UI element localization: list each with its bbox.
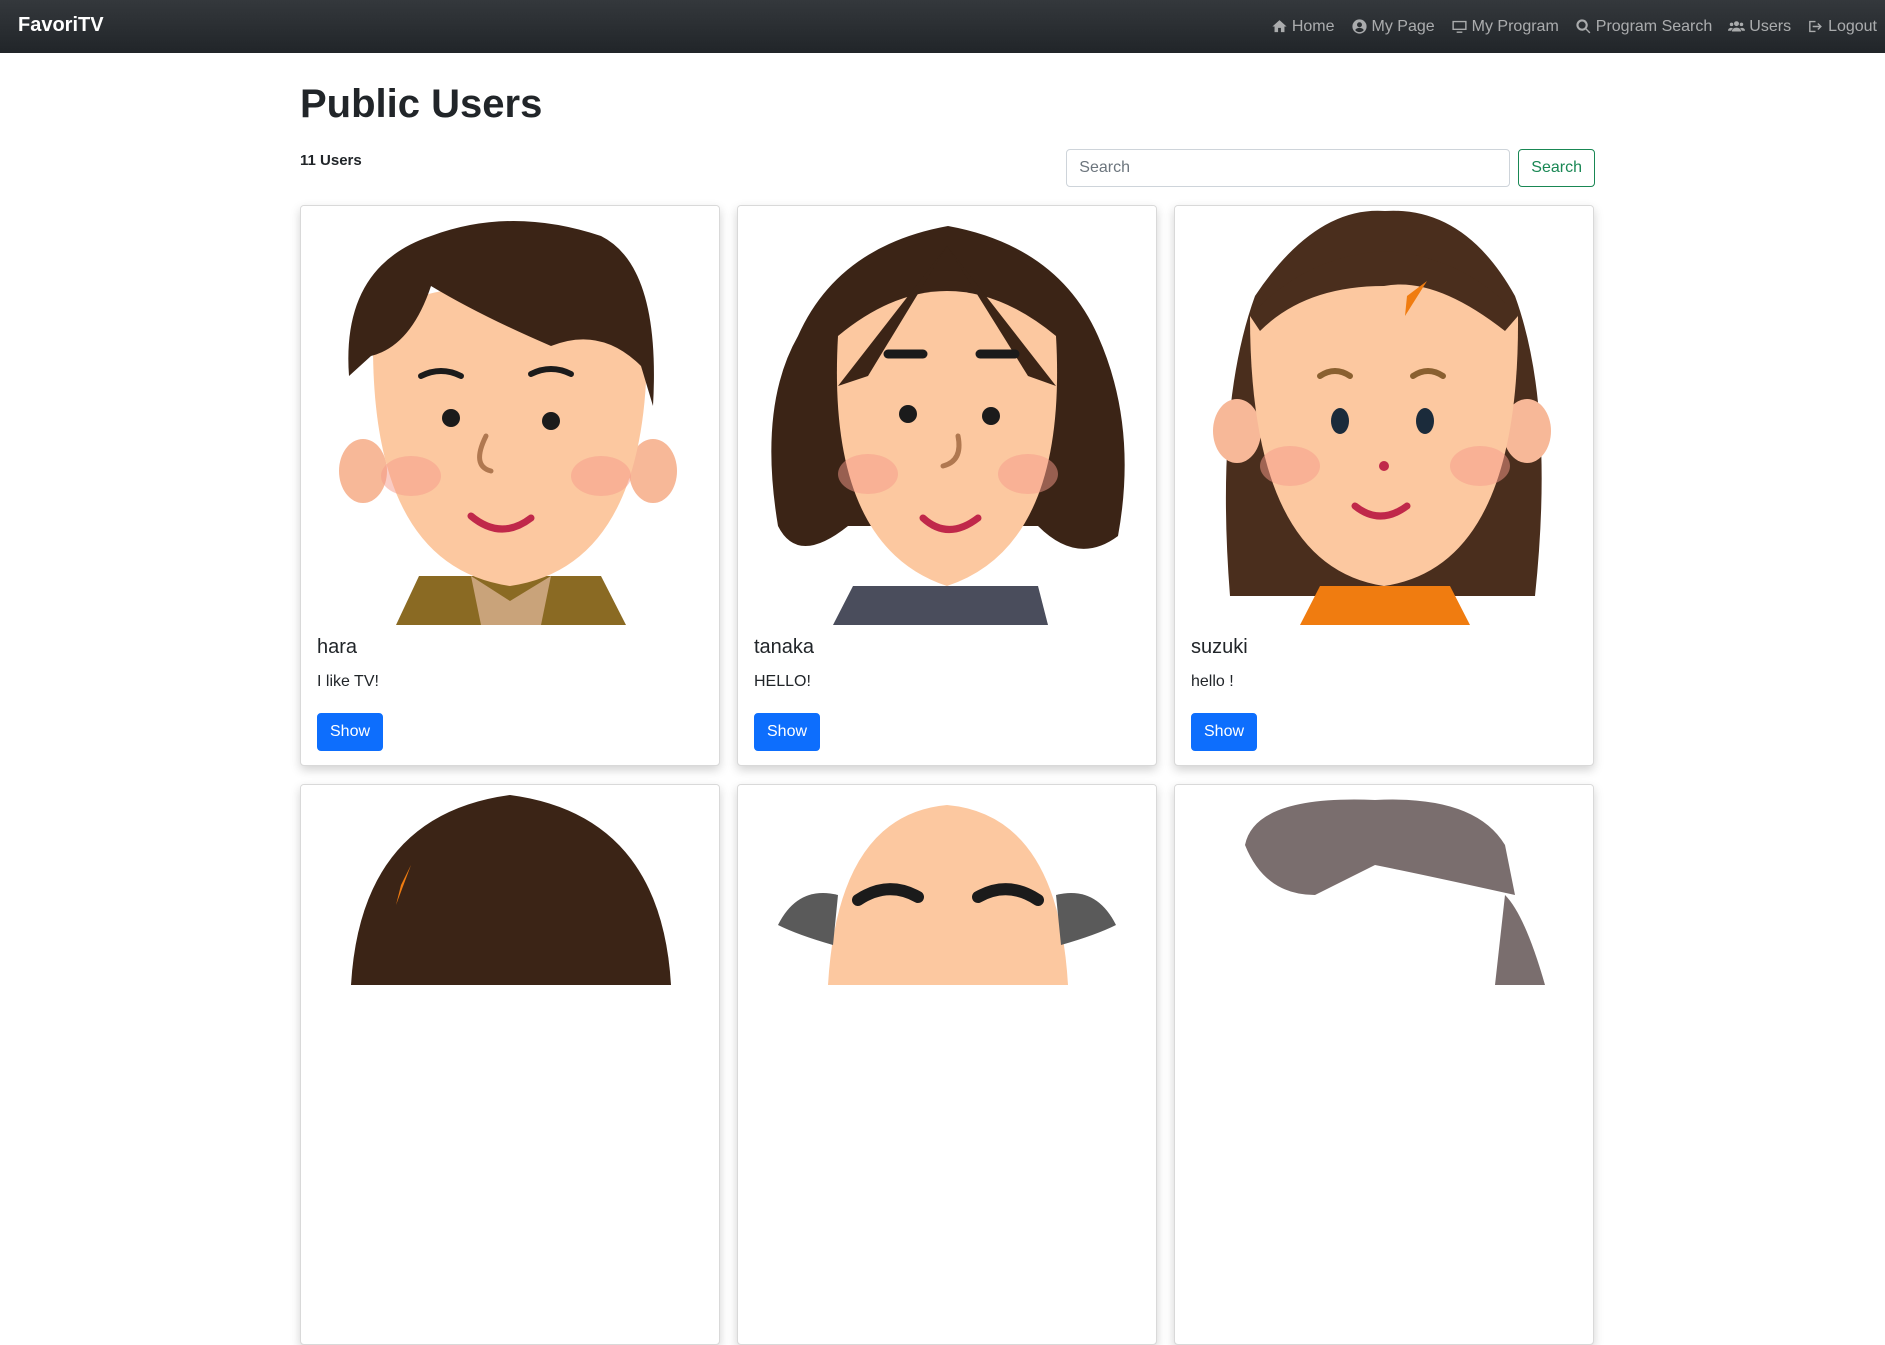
user-card-6 [1174, 784, 1594, 1345]
search-icon [1576, 19, 1591, 34]
nav-links: Home My Page My Program Program Search U… [1271, 0, 1877, 53]
show-user-button[interactable]: Show [754, 713, 821, 751]
nav-logout[interactable]: Logout [1807, 18, 1877, 36]
user-name: suzuki [1191, 636, 1248, 658]
nav-program-search[interactable]: Program Search [1575, 17, 1713, 36]
bald-man-avatar [738, 785, 1156, 1204]
nav-my-program[interactable]: My Program [1451, 18, 1559, 36]
user-circle-icon [1351, 19, 1367, 34]
brown-hair-avatar [301, 785, 719, 1204]
page-title: Public Users [300, 82, 543, 126]
user-card-hara: hara I like TV! Show [300, 205, 720, 766]
nav-my-page-label: My Page [1371, 17, 1435, 35]
user-card-suzuki: suzuki hello ! Show [1174, 205, 1594, 766]
nav-program-search-label: Program Search [1595, 17, 1713, 35]
user-name: hara [317, 636, 358, 658]
user-card-tanaka: tanaka HELLO! Show [737, 205, 1157, 766]
nav-logout-label: Logout [1828, 17, 1877, 35]
search-input[interactable] [1066, 149, 1511, 187]
user-name: tanaka [754, 636, 815, 658]
user-bio: I like TV! [317, 673, 379, 690]
gray-hair-avatar [1175, 785, 1593, 1204]
search-form: Search [1066, 149, 1595, 187]
top-navbar: FavoriTV Home My Page My Program Program… [0, 0, 1885, 53]
girl-long-hair-avatar [1175, 206, 1593, 625]
monitor-icon [1452, 20, 1467, 33]
user-card-5 [737, 784, 1157, 1345]
man-short-hair-avatar [301, 206, 719, 625]
nav-users[interactable]: Users [1728, 18, 1791, 36]
users-icon [1728, 21, 1746, 32]
user-bio: HELLO! [754, 673, 811, 690]
user-count: 11 Users [300, 152, 362, 169]
user-bio: hello ! [1191, 673, 1234, 690]
man-wavy-hair-avatar [738, 206, 1156, 625]
nav-my-page[interactable]: My Page [1351, 18, 1435, 36]
logout-icon [1809, 20, 1822, 33]
show-user-button[interactable]: Show [317, 713, 384, 751]
nav-users-label: Users [1749, 17, 1792, 35]
nav-home-label: Home [1291, 17, 1335, 35]
nav-my-program-label: My Program [1471, 17, 1559, 35]
brand-logo[interactable]: FavoriTV [18, 14, 104, 37]
nav-home[interactable]: Home [1271, 18, 1335, 36]
search-button[interactable]: Search [1518, 149, 1595, 187]
home-icon [1272, 20, 1287, 33]
user-card-4 [300, 784, 720, 1345]
show-user-button[interactable]: Show [1191, 713, 1258, 751]
